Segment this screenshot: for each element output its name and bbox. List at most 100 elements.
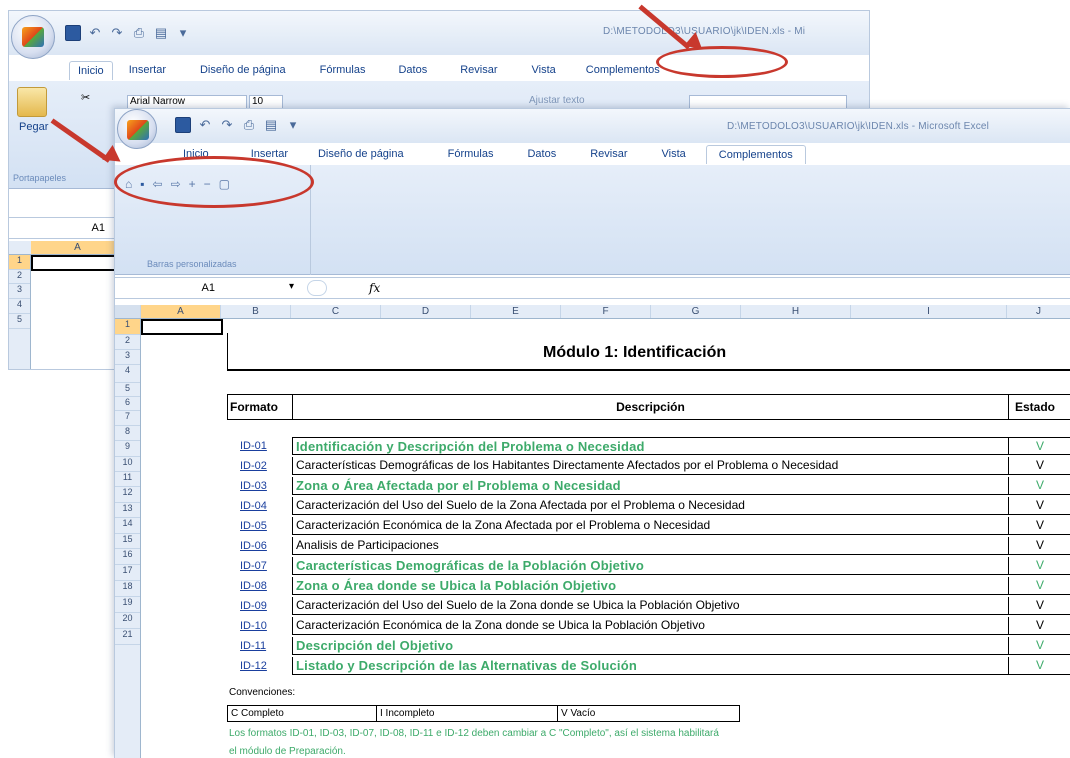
- save-icon[interactable]: [65, 25, 81, 41]
- print-preview-icon[interactable]: ⎙: [241, 117, 257, 133]
- column-header-g[interactable]: G: [651, 305, 741, 318]
- name-box-back[interactable]: A1: [45, 222, 105, 234]
- format-code-link[interactable]: ID-11: [227, 637, 289, 655]
- cut-icon[interactable]: ✂: [81, 91, 90, 104]
- format-status: V: [1009, 497, 1070, 515]
- column-header-j[interactable]: J: [1007, 305, 1070, 318]
- column-header-i[interactable]: I: [851, 305, 1007, 318]
- back-window-title: D:\METODOLO3\USUARIO\jk\IDEN.xls - Mi: [603, 26, 806, 37]
- tab-complementos-front[interactable]: Complementos: [705, 145, 806, 164]
- paste-label[interactable]: Pegar: [19, 121, 48, 133]
- select-all-corner[interactable]: [115, 305, 141, 318]
- office-logo-icon: [127, 120, 149, 140]
- row-header[interactable]: 10: [115, 457, 140, 472]
- column-header-f[interactable]: F: [561, 305, 651, 318]
- row-header[interactable]: 5: [115, 383, 140, 397]
- column-header-c[interactable]: C: [291, 305, 381, 318]
- format-code-link[interactable]: ID-09: [227, 597, 289, 615]
- format-code-link[interactable]: ID-12: [227, 657, 289, 675]
- row-header[interactable]: 18: [115, 581, 140, 597]
- format-code-link[interactable]: ID-03: [227, 477, 289, 495]
- office-button-back[interactable]: [11, 15, 55, 59]
- row-header-back[interactable]: 3: [9, 284, 30, 299]
- print-preview-icon[interactable]: ⎙: [131, 25, 147, 41]
- tab-diseno-front[interactable]: Diseño de página: [318, 145, 404, 164]
- tab-vista-front[interactable]: Vista: [662, 145, 686, 164]
- print-icon[interactable]: ▤: [263, 117, 279, 133]
- row-header[interactable]: 1: [115, 319, 140, 335]
- format-code-link[interactable]: ID-06: [227, 537, 289, 555]
- namebox-dropdown-icon[interactable]: ▾: [289, 281, 294, 292]
- format-row: ID-11 Descripción del Objetivo V: [227, 637, 1070, 655]
- tab-formulas-back[interactable]: Fórmulas: [320, 61, 366, 80]
- column-header-d[interactable]: D: [381, 305, 471, 318]
- format-row: ID-02 Características Demográficas de los…: [227, 457, 1070, 475]
- column-header-b[interactable]: B: [221, 305, 291, 318]
- instruction-note-line2: el módulo de Preparación.: [229, 746, 346, 757]
- row-header[interactable]: 2: [115, 335, 140, 350]
- row-header[interactable]: 11: [115, 472, 140, 487]
- customize-qat-icon[interactable]: ▾: [175, 25, 191, 41]
- undo-icon[interactable]: ↶: [197, 117, 213, 133]
- tab-revisar-back[interactable]: Revisar: [460, 61, 497, 80]
- row-header[interactable]: 7: [115, 411, 140, 426]
- column-header-h[interactable]: H: [741, 305, 851, 318]
- save-icon[interactable]: [175, 117, 191, 133]
- print-icon[interactable]: ▤: [153, 25, 169, 41]
- redo-icon[interactable]: ↷: [219, 117, 235, 133]
- header-formato: Formato: [227, 394, 293, 420]
- format-code-link[interactable]: ID-05: [227, 517, 289, 535]
- redo-icon[interactable]: ↷: [109, 25, 125, 41]
- tab-inicio-back[interactable]: Inicio: [69, 61, 113, 80]
- row-header[interactable]: 21: [115, 629, 140, 645]
- format-code-link[interactable]: ID-01: [227, 437, 289, 455]
- tab-complementos-back[interactable]: Complementos: [586, 61, 660, 80]
- row-header-back[interactable]: 1: [9, 255, 30, 270]
- paste-icon[interactable]: [17, 87, 47, 117]
- row-header[interactable]: 14: [115, 518, 140, 534]
- column-header-a[interactable]: A: [141, 305, 221, 318]
- row-header[interactable]: 17: [115, 565, 140, 581]
- format-code-link[interactable]: ID-02: [227, 457, 289, 475]
- undo-icon[interactable]: ↶: [87, 25, 103, 41]
- row-header[interactable]: 20: [115, 613, 140, 629]
- selected-cell-a1[interactable]: [141, 319, 223, 335]
- tab-datos-back[interactable]: Datos: [398, 61, 427, 80]
- selected-cell-a1-back[interactable]: [31, 255, 127, 271]
- back-ribbon-tabs: Inicio Insertar Diseño de página Fórmula…: [69, 61, 660, 80]
- row-header[interactable]: 15: [115, 534, 140, 549]
- row-header[interactable]: 13: [115, 503, 140, 518]
- tab-formulas-front[interactable]: Fórmulas: [448, 145, 494, 164]
- format-status: V: [1009, 457, 1070, 475]
- format-description: Características Demográficas de la Pobla…: [292, 557, 1009, 575]
- row-header[interactable]: 19: [115, 597, 140, 613]
- format-code-link[interactable]: ID-07: [227, 557, 289, 575]
- row-header-back[interactable]: 4: [9, 299, 30, 314]
- insert-function-icon[interactable]: fx: [369, 281, 380, 295]
- formula-cancel-icon[interactable]: [307, 280, 327, 296]
- row-header[interactable]: 9: [115, 441, 140, 457]
- column-header-a-back[interactable]: A: [31, 241, 125, 254]
- row-header[interactable]: 6: [115, 397, 140, 411]
- row-header[interactable]: 4: [115, 365, 140, 383]
- wrap-text-button[interactable]: Ajustar texto: [529, 95, 585, 106]
- customize-qat-icon[interactable]: ▾: [285, 117, 301, 133]
- row-header[interactable]: 8: [115, 426, 140, 441]
- row-header[interactable]: 3: [115, 350, 140, 365]
- tab-vista-back[interactable]: Vista: [532, 61, 556, 80]
- row-header[interactable]: 16: [115, 549, 140, 565]
- tab-datos-front[interactable]: Datos: [527, 145, 556, 164]
- tab-diseno-back[interactable]: Diseño de página: [200, 61, 286, 80]
- row-header-back[interactable]: 2: [9, 270, 30, 284]
- format-code-link[interactable]: ID-10: [227, 617, 289, 635]
- column-header-e[interactable]: E: [471, 305, 561, 318]
- tab-insertar-back[interactable]: Insertar: [129, 61, 166, 80]
- name-box-front[interactable]: A1: [155, 282, 215, 294]
- format-code-link[interactable]: ID-08: [227, 577, 289, 595]
- tab-revisar-front[interactable]: Revisar: [590, 145, 627, 164]
- format-code-link[interactable]: ID-04: [227, 497, 289, 515]
- office-button-front[interactable]: [117, 109, 157, 149]
- row-header[interactable]: 12: [115, 487, 140, 503]
- row-header-back[interactable]: 5: [9, 314, 30, 329]
- module-title: Módulo 1: Identificación: [543, 344, 727, 361]
